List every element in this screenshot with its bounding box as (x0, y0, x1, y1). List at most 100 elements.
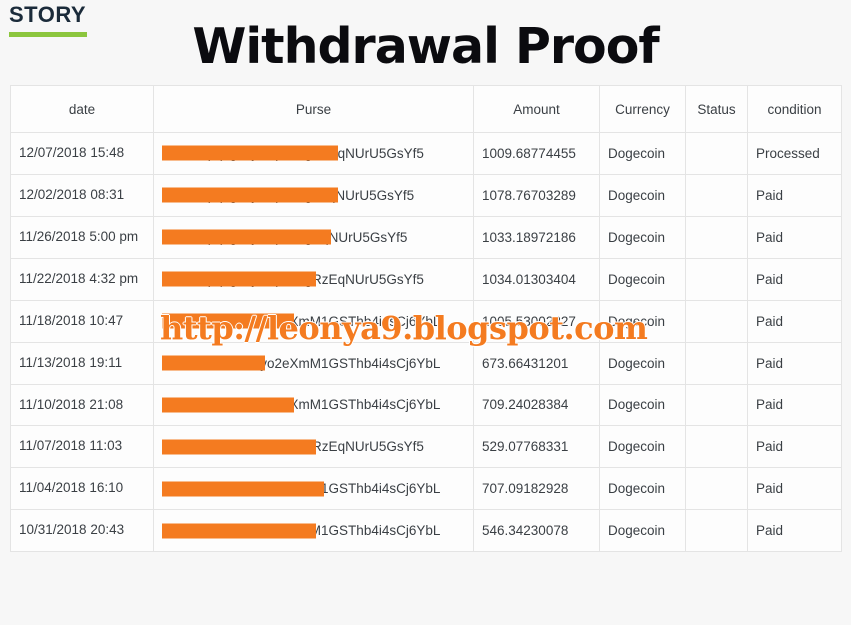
cell-condition: Paid (747, 467, 842, 511)
column-header-amount[interactable]: Amount (473, 85, 600, 133)
page-title: Withdrawal Proof (192, 18, 659, 75)
cell-amount: 709.24028384 (473, 383, 600, 427)
cell-date: 11/10/2018 21:08 (10, 383, 154, 427)
table-row: 11/07/2018 11:03 DEsviQpqJgcTykQpznagRzEq… (10, 425, 842, 469)
cell-amount: 529.07768331 (473, 425, 600, 469)
cell-currency: Dogecoin (599, 173, 686, 217)
cell-date: 11/04/2018 16:10 (10, 467, 154, 511)
cell-condition: Paid (747, 509, 842, 553)
cell-date: 11/22/2018 4:32 pm (10, 257, 154, 301)
cell-amount: 1033.18972186 (473, 215, 600, 259)
redaction-bar (162, 187, 339, 203)
cell-date: 12/02/2018 08:31 (10, 173, 154, 217)
withdrawal-proof-table-wrapper: date Purse Amount Currency Status condit… (10, 85, 842, 553)
cell-status (685, 425, 748, 469)
cell-amount: 707.09182928 (473, 467, 600, 511)
cell-currency: Dogecoin (599, 383, 686, 427)
cell-status (685, 383, 748, 427)
column-header-currency[interactable]: Currency (599, 85, 686, 133)
table-row: 10/31/2018 20:43 DAbFEDRowSByo2eXmM1GSThb… (10, 509, 842, 553)
purse-address: DAbFEDRowSByo2eXmM1GSThb4i4sCj6YbL (162, 313, 441, 329)
cell-status (685, 341, 748, 385)
cell-date: 11/18/2018 10:47 (10, 299, 154, 343)
cell-amount: 1078.76703289 (473, 173, 600, 217)
cell-date: 11/26/2018 5:00 pm (10, 215, 154, 259)
cell-condition: Paid (747, 173, 842, 217)
redaction-bar (162, 355, 265, 371)
column-header-date[interactable]: date (10, 85, 154, 133)
cell-currency: Dogecoin (599, 215, 686, 259)
purse-address: DEsviQpqJgcTykQpznagRzEqNUrU5GsYf5 (162, 271, 424, 287)
cell-condition: Paid (747, 383, 842, 427)
cell-status (685, 299, 748, 343)
cell-purse: DEsviQpqJgcTykQpznagRzEqNUrU5GsYf5 (153, 132, 474, 175)
cell-condition: Paid (747, 299, 842, 343)
table-row: 11/18/2018 10:47 DAbFEDRowSByo2eXmM1GSThb… (10, 299, 842, 343)
cell-purse: DAbFEDRowSByo2eXmM1GSThb4i4sCj6YbL (153, 383, 474, 427)
cell-amount: 1034.01303404 (473, 257, 600, 301)
cell-purse: DAbFEDRowSByo2eXmM1GSThb4i4sCj6YbL (153, 299, 474, 343)
cell-amount: 1009.68774455 (473, 132, 600, 175)
redaction-bar (162, 229, 332, 245)
cell-condition: Paid (747, 341, 842, 385)
cell-status (685, 215, 748, 259)
column-header-purse[interactable]: Purse (153, 85, 474, 133)
withdrawal-proof-table: date Purse Amount Currency Status condit… (10, 85, 842, 553)
purse-address: DEsviQpqJgcTykQpznagzEqNUrU5GsYf5 (162, 187, 415, 203)
cell-condition: Paid (747, 425, 842, 469)
cell-currency: Dogecoin (599, 425, 686, 469)
cell-currency: Dogecoin (599, 132, 686, 175)
purse-address: DAbFEDRowSByo2eXmM1GSThb4i4sCj6YbL (162, 481, 441, 497)
purse-address: DAbFEDRowSByo2eXmM1GSThb4i4sCj6YbL (162, 523, 441, 539)
table-row: 11/13/2018 19:11 DAbFEDRowSByo2eXmM1GSThb… (10, 341, 842, 385)
cell-date: 10/31/2018 20:43 (10, 509, 154, 553)
purse-address: DAbFEDRowSByo2eXmM1GSThb4i4sCj6YbL (162, 397, 441, 413)
cell-purse: DAbFEDRowSByo2eXmM1GSThb4i4sCj6YbL (153, 341, 474, 385)
cell-amount: 673.66431201 (473, 341, 600, 385)
redaction-bar (162, 271, 317, 287)
redaction-bar (162, 313, 295, 329)
purse-address: DEsviQpqJgcTykQpznagRzEqNUrU5GsYf5 (162, 439, 424, 455)
redaction-bar (162, 145, 339, 161)
cell-purse: DEsviQpqJgcTykQpznagRzEqNUrU5GsYf5 (153, 425, 474, 469)
column-header-condition[interactable]: condition (747, 85, 842, 133)
purse-address: DEsviQpqJgcTykQpznagEqNUrU5GsYf5 (162, 229, 408, 245)
table-header: date Purse Amount Currency Status condit… (10, 85, 842, 133)
cell-currency: Dogecoin (599, 341, 686, 385)
purse-address: DAbFEDRowSByo2eXmM1GSThb4i4sCj6YbL (162, 355, 441, 371)
table-row: 12/02/2018 08:31 DEsviQpqJgcTykQpznagzEqN… (10, 173, 842, 217)
cell-purse: DEsviQpqJgcTykQpznagzEqNUrU5GsYf5 (153, 173, 474, 217)
cell-status (685, 467, 748, 511)
cell-date: 12/07/2018 15:48 (10, 132, 154, 175)
cell-condition: Paid (747, 215, 842, 259)
cell-status (685, 509, 748, 553)
table-header-row: date Purse Amount Currency Status condit… (10, 85, 842, 133)
purse-address: DEsviQpqJgcTykQpznagRzEqNUrU5GsYf5 (162, 145, 424, 161)
cell-purse: DEsviQpqJgcTykQpznagEqNUrU5GsYf5 (153, 215, 474, 259)
cell-status (685, 257, 748, 301)
cell-date: 11/13/2018 19:11 (10, 341, 154, 385)
redaction-bar (162, 523, 317, 539)
table-row: 11/04/2018 16:10 DAbFEDRowSByo2eXmM1GSThb… (10, 467, 842, 511)
table-row: 11/22/2018 4:32 pm DEsviQpqJgcTykQpznagRz… (10, 257, 842, 301)
cell-status (685, 173, 748, 217)
cell-purse: DAbFEDRowSByo2eXmM1GSThb4i4sCj6YbL (153, 509, 474, 553)
cell-condition: Processed (747, 132, 842, 175)
table-row: 11/10/2018 21:08 DAbFEDRowSByo2eXmM1GSThb… (10, 383, 842, 427)
redaction-bar (162, 481, 324, 497)
cell-purse: DAbFEDRowSByo2eXmM1GSThb4i4sCj6YbL (153, 467, 474, 511)
cell-status (685, 132, 748, 175)
cell-purse: DEsviQpqJgcTykQpznagRzEqNUrU5GsYf5 (153, 257, 474, 301)
table-body: 12/07/2018 15:48 DEsviQpqJgcTykQpznagRzEq… (10, 132, 842, 553)
cell-currency: Dogecoin (599, 467, 686, 511)
cell-currency: Dogecoin (599, 299, 686, 343)
redaction-bar (162, 397, 295, 413)
cell-currency: Dogecoin (599, 509, 686, 553)
redaction-bar (162, 439, 317, 455)
cell-condition: Paid (747, 257, 842, 301)
cell-date: 11/07/2018 11:03 (10, 425, 154, 469)
table-row: 12/07/2018 15:48 DEsviQpqJgcTykQpznagRzEq… (10, 132, 842, 175)
cell-currency: Dogecoin (599, 257, 686, 301)
cell-amount: 546.34230078 (473, 509, 600, 553)
column-header-status[interactable]: Status (685, 85, 748, 133)
